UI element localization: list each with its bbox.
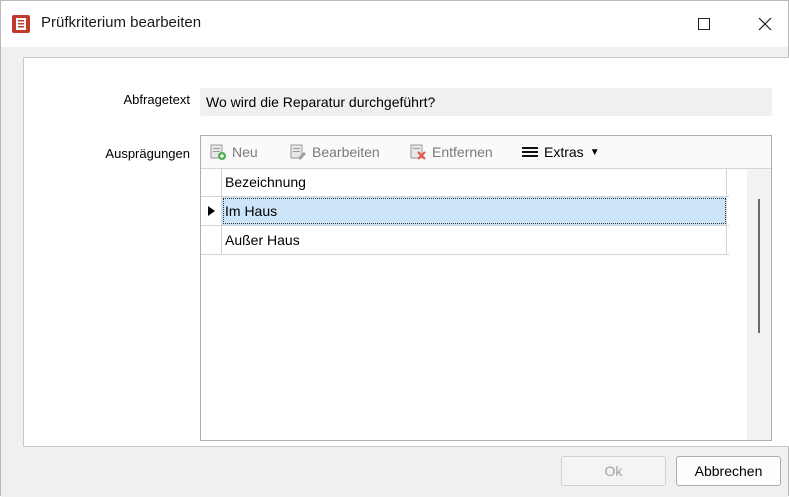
remove-label: Entfernen (432, 144, 493, 160)
query-field: Wo wird die Reparatur durchgeführt? (200, 88, 772, 116)
row-indicator[interactable] (201, 226, 222, 254)
row-pointer-icon (208, 206, 215, 216)
vertical-scrollbar[interactable] (747, 169, 771, 440)
values-label: Ausprägungen (105, 146, 190, 161)
table-row[interactable]: Außer Haus (201, 226, 729, 255)
edit-label: Bearbeiten (312, 144, 380, 160)
grid-toolbar: Neu Bearbeiten Entfernen Extras ▼ (201, 136, 771, 169)
maximize-button[interactable] (681, 1, 727, 47)
remove-icon (410, 144, 426, 160)
menu-icon (522, 147, 538, 157)
table-row[interactable]: Im Haus (201, 197, 729, 226)
close-button[interactable] (742, 1, 788, 47)
edit-icon (290, 144, 306, 160)
values-grid: Neu Bearbeiten Entfernen Extras ▼ Bezeic… (200, 135, 772, 441)
row-indicator (201, 168, 222, 196)
extras-menu-button[interactable]: Extras ▼ (521, 136, 600, 168)
close-icon (758, 17, 772, 31)
dropdown-caret-icon: ▼ (589, 146, 600, 158)
new-button[interactable]: Neu (209, 136, 258, 168)
row-indicator[interactable] (201, 197, 222, 225)
edit-button[interactable]: Bearbeiten (289, 136, 380, 168)
ok-button[interactable]: Ok (561, 456, 666, 486)
new-icon (210, 144, 226, 160)
values-table: Bezeichnung Im Haus Außer Haus (201, 168, 729, 255)
content-panel: Abfragetext Wo wird die Reparatur durchg… (23, 57, 789, 447)
app-icon (11, 14, 31, 34)
remove-button[interactable]: Entfernen (409, 136, 493, 168)
query-label: Abfragetext (123, 92, 191, 107)
scrollbar-thumb[interactable] (758, 199, 760, 333)
extras-label: Extras (544, 144, 584, 160)
dialog-window: Prüfkriterium bearbeiten Abfragetext Wo … (0, 0, 789, 497)
table-cell[interactable]: Außer Haus (222, 226, 727, 254)
column-header-bezeichnung[interactable]: Bezeichnung (222, 168, 727, 196)
cancel-button[interactable]: Abbrechen (676, 456, 781, 486)
table-cell[interactable]: Im Haus (222, 197, 727, 225)
dialog-footer: Ok Abbrechen (1, 447, 788, 497)
table-header-row: Bezeichnung (201, 168, 729, 197)
window-title: Prüfkriterium bearbeiten (41, 14, 202, 31)
title-bar[interactable]: Prüfkriterium bearbeiten (1, 1, 788, 47)
maximize-icon (698, 18, 710, 30)
new-label: Neu (232, 144, 258, 160)
